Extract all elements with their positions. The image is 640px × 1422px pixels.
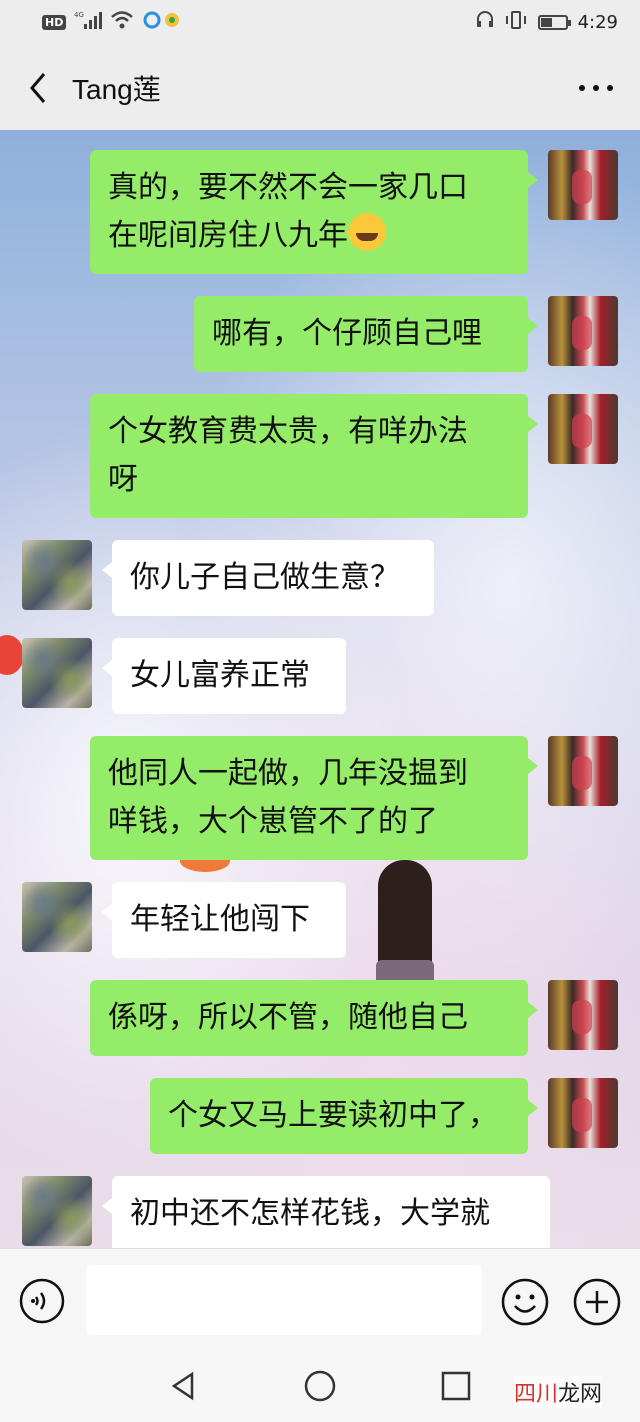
status-time: 4:29 <box>577 12 618 33</box>
watermark-text-b: 龙网 <box>558 1382 603 1407</box>
message-bubble-self[interactable]: 个女又马上要读初中了， <box>150 1078 538 1154</box>
message-line: 女儿富养正常 <box>130 658 310 693</box>
avatar[interactable] <box>548 296 618 366</box>
message-bubble-self[interactable]: 真的，要不然不会一家几口 在呢间房住八九年 <box>90 150 538 274</box>
status-left: HD 4G <box>42 10 182 35</box>
avatar[interactable] <box>22 882 92 952</box>
vibrate-icon <box>504 10 528 35</box>
message-bubble-self[interactable]: 个女教育费太贵，有咩办法 呀 <box>90 394 538 518</box>
avatar[interactable] <box>548 150 618 220</box>
message-line: 初中还不怎样花钱，大学就 <box>130 1196 490 1231</box>
message-line: 在呢间房住八九年 <box>108 218 348 253</box>
watermark-text-a: 四川 <box>514 1382 559 1407</box>
laughing-emoji-icon <box>348 213 386 251</box>
message-line: 个女又马上要读初中了， <box>168 1098 498 1133</box>
wifi-icon <box>110 10 134 35</box>
input-bar <box>0 1248 640 1349</box>
avatar[interactable] <box>548 394 618 464</box>
message-line: 年轻让他闯下 <box>130 902 310 937</box>
message-line: 係呀，所以不管，随他自己 <box>108 1000 468 1035</box>
chat-header: Tang莲 <box>0 44 640 130</box>
network-type-label: 4G <box>74 11 84 19</box>
signal-icon: 4G <box>74 10 103 35</box>
message-bubble-other[interactable]: 你儿子自己做生意？ <box>102 540 434 616</box>
status-right: 4:29 <box>476 10 618 35</box>
message-line: 哪有，个仔顾自己哩 <box>212 316 482 351</box>
avatar[interactable] <box>548 736 618 806</box>
message-bubble-self[interactable]: 他同人一起做，几年没揾到 咩钱，大个崽管不了的了 <box>90 736 538 860</box>
chat-title: Tang莲 <box>72 74 161 105</box>
message-bubble-other[interactable]: 年轻让他闯下 <box>102 882 346 958</box>
chat-messages[interactable]: 真的，要不然不会一家几口 在呢间房住八九年 哪有，个仔顾自己哩 个女教育费太贵，… <box>0 130 640 1248</box>
headset-icon <box>476 10 494 35</box>
message-line: 呀 <box>108 462 138 497</box>
chevron-left-icon[interactable] <box>22 68 62 108</box>
avatar[interactable] <box>22 1176 92 1246</box>
home-circle-icon[interactable] <box>302 1368 338 1404</box>
message-bubble-other[interactable]: 女儿富养正常 <box>102 638 346 714</box>
system-navigation: 四川龙网 <box>0 1348 640 1422</box>
avatar[interactable] <box>22 540 92 610</box>
battery-icon <box>537 15 571 30</box>
recent-square-icon[interactable] <box>438 1368 474 1404</box>
status-bar: HD 4G 4:29 <box>0 0 640 44</box>
background-decoration <box>0 635 24 675</box>
voice-icon[interactable] <box>18 1277 66 1325</box>
message-bubble-other[interactable]: 初中还不怎样花钱，大学就 <box>102 1176 550 1248</box>
avatar[interactable] <box>548 1078 618 1148</box>
message-line: 他同人一起做，几年没揾到 <box>108 756 468 791</box>
watermark: 四川龙网 <box>514 1376 603 1408</box>
message-bubble-self[interactable]: 哪有，个仔顾自己哩 <box>194 296 538 372</box>
hd-badge: HD <box>42 15 67 30</box>
smiley-icon[interactable] <box>500 1277 550 1327</box>
message-line: 真的，要不然不会一家几口 <box>108 170 468 205</box>
message-line: 个女教育费太贵，有咩办法 <box>108 414 468 449</box>
plus-icon[interactable] <box>572 1277 622 1327</box>
avatar[interactable] <box>548 980 618 1050</box>
app-icon <box>142 10 182 35</box>
avatar[interactable] <box>22 638 92 708</box>
message-input[interactable] <box>86 1265 482 1335</box>
message-line: 咩钱，大个崽管不了的了 <box>108 804 438 839</box>
message-bubble-self[interactable]: 係呀，所以不管，随他自己 <box>90 980 538 1056</box>
more-icon[interactable] <box>574 70 618 106</box>
message-line: 你儿子自己做生意？ <box>130 560 400 595</box>
back-triangle-icon[interactable] <box>166 1368 202 1404</box>
